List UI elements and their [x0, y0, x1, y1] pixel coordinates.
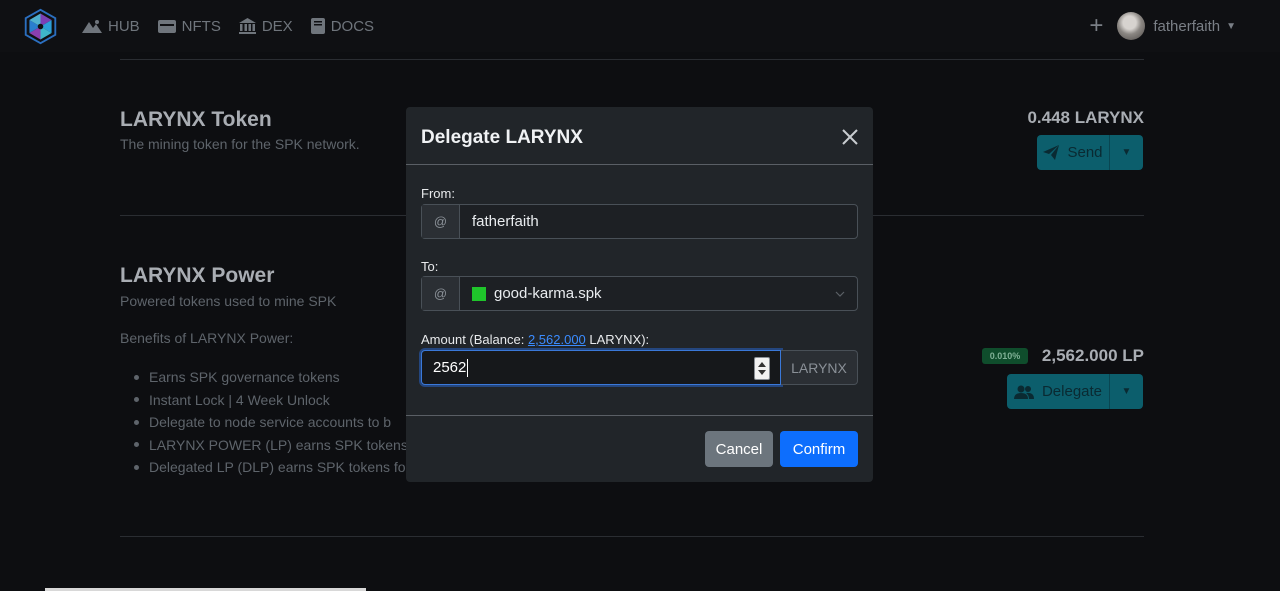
token-subtitle: The mining token for the SPK network. [120, 136, 360, 152]
nav-link-label: DOCS [330, 17, 375, 35]
delegate-button-label: Delegate [1041, 383, 1103, 400]
benefits-heading: Benefits of LARYNX Power: [120, 330, 294, 346]
benefits-list: Earns SPK governance tokens Instant Lock… [134, 366, 408, 479]
list-item: Instant Lock | 4 Week Unlock [134, 389, 408, 412]
nav-link-hub[interactable]: HUB [82, 18, 140, 35]
amount-label-prefix: Amount (Balance: [421, 332, 528, 347]
arrow-up-icon[interactable] [758, 361, 766, 367]
paper-plane-icon [1043, 145, 1060, 160]
nav-links: HUB NFTS DEX DOCS [82, 0, 392, 52]
modal-header: Delegate LARYNX [406, 107, 873, 165]
users-icon [1013, 385, 1034, 399]
token-title: LARYNX Token [120, 108, 272, 131]
confirm-button[interactable]: Confirm [780, 431, 858, 467]
avatar[interactable] [1117, 12, 1146, 40]
list-item: Earns SPK governance tokens [134, 366, 408, 389]
chevron-down-icon[interactable]: ▼ [1226, 21, 1236, 32]
amount-value: 2562 [433, 359, 467, 376]
nav-user-area: + fatherfaith ▼ [1089, 0, 1236, 52]
divider [120, 59, 1144, 60]
delegate-dropdown-toggle[interactable]: ▼ [1109, 374, 1143, 409]
amount-label-suffix: LARYNX): [585, 332, 650, 347]
list-item: Delegate to node service accounts to b [134, 411, 408, 434]
balance-link[interactable]: 2,562.000 [528, 332, 586, 347]
to-value: good-karma.spk [494, 285, 602, 302]
to-select[interactable]: @ good-karma.spk [421, 276, 858, 311]
power-subtitle: Powered tokens used to mine SPK [120, 293, 337, 309]
power-title: LARYNX Power [120, 264, 275, 287]
username[interactable]: fatherfaith [1153, 18, 1220, 35]
page: HUB NFTS DEX DOCS + fatherfaith ▼ LARYNX… [0, 0, 1280, 591]
status-square-icon [472, 286, 486, 301]
number-stepper[interactable] [754, 357, 770, 380]
nav-link-label: DEX [261, 17, 293, 35]
list-item: LARYNX POWER (LP) earns SPK tokens [134, 434, 408, 457]
divider [120, 536, 1144, 537]
delegate-modal: Delegate LARYNX From: @ fatherfaith To: … [406, 107, 873, 482]
send-button-label: Send [1067, 144, 1103, 161]
spk-logo-icon[interactable] [22, 8, 59, 45]
percentage-badge: 0.010% [982, 348, 1028, 364]
add-icon[interactable]: + [1089, 14, 1103, 38]
nav-link-label: NFTS [181, 17, 221, 35]
close-icon[interactable] [840, 127, 860, 147]
chevron-down-icon[interactable] [835, 290, 845, 298]
list-item: Delegated LP (DLP) earns SPK tokens fo [134, 456, 408, 479]
send-dropdown-toggle[interactable]: ▼ [1109, 135, 1143, 170]
send-button-group: Send ▼ [1037, 135, 1143, 170]
delegate-button-group: Delegate ▼ [1007, 374, 1143, 409]
from-value[interactable]: fatherfaith [460, 205, 539, 238]
book-icon [310, 18, 325, 34]
amount-input[interactable]: 2562 [421, 350, 781, 385]
text-cursor [467, 358, 469, 377]
top-navbar: HUB NFTS DEX DOCS + fatherfaith ▼ [0, 0, 1280, 52]
modal-title: Delegate LARYNX [421, 127, 583, 148]
from-label: From: [421, 186, 455, 201]
nav-link-label: HUB [108, 17, 140, 35]
mountain-icon [82, 20, 102, 33]
cancel-button[interactable]: Cancel [705, 431, 773, 467]
amount-label: Amount (Balance: 2,562.000 LARYNX): [421, 332, 649, 347]
to-label: To: [421, 259, 439, 274]
modal-footer-divider [406, 415, 873, 416]
at-prefix: @ [422, 205, 460, 238]
nav-link-nfts[interactable]: NFTS [157, 17, 221, 35]
delegate-button[interactable]: Delegate [1007, 374, 1109, 409]
at-prefix: @ [422, 277, 460, 310]
power-balance: 2,562.000 LP [1041, 346, 1144, 365]
arrow-down-icon[interactable] [758, 370, 766, 376]
token-balance: 0.448 LARYNX [1027, 108, 1144, 127]
to-selected[interactable]: good-karma.spk [460, 277, 602, 310]
nav-link-docs[interactable]: DOCS [310, 17, 375, 35]
nav-link-dex[interactable]: DEX [238, 17, 293, 35]
send-button[interactable]: Send [1037, 135, 1109, 170]
from-field[interactable]: @ fatherfaith [421, 204, 858, 239]
bank-icon [238, 18, 256, 34]
wallet-icon [157, 19, 176, 33]
amount-unit: LARYNX [781, 350, 858, 385]
